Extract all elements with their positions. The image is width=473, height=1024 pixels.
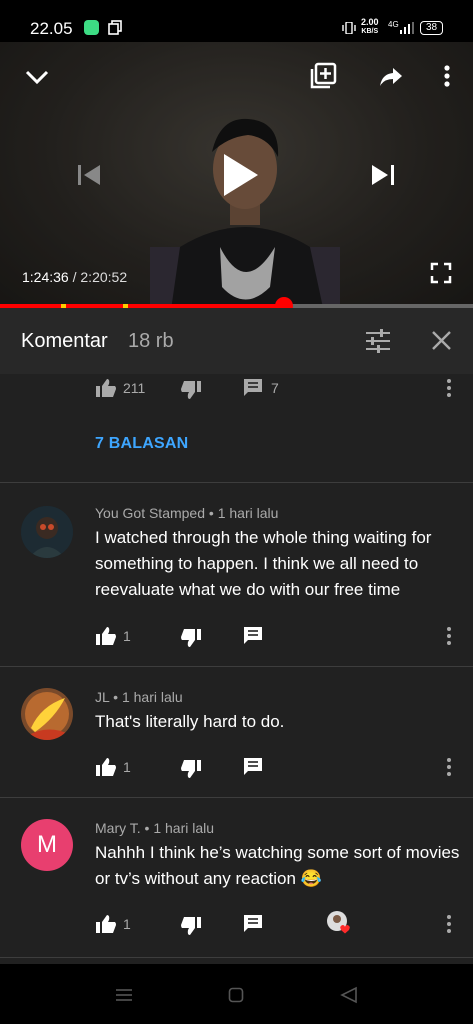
comment-menu-icon[interactable] <box>444 757 454 777</box>
comment-list[interactable]: 211 7 7 BALASAN You Got Stamped • 1 hari… <box>0 374 473 964</box>
avatar-image <box>21 506 73 558</box>
comment-menu-icon[interactable] <box>444 914 454 934</box>
reply-icon[interactable] <box>243 757 263 776</box>
total-time: 2:20:52 <box>80 269 128 285</box>
add-to-playlist-icon[interactable] <box>310 62 337 89</box>
comment-meta: You Got Stamped • 1 hari lalu <box>95 505 279 521</box>
comment-meta: Mary T. • 1 hari lalu <box>95 820 215 836</box>
view-replies-link[interactable]: 7 BALASAN <box>95 435 188 453</box>
speed-unit: KB/S <box>361 28 379 35</box>
system-nav-bar <box>0 964 473 1024</box>
time-readout: 1:24:36 / 2:20:52 <box>22 269 127 285</box>
like-count: 211 <box>123 380 146 396</box>
comment-text: That's literally hard to do. <box>95 712 285 731</box>
comment-item: You Got Stamped • 1 hari lalu I watched … <box>0 482 473 666</box>
status-time: 22.05 <box>30 19 73 38</box>
comment-item: JL • 1 hari lalu That's literally hard t… <box>0 666 473 797</box>
battery-indicator: 38 <box>420 21 443 35</box>
home-icon[interactable] <box>228 987 244 1003</box>
copy-icon <box>108 20 122 35</box>
comment-text: Nahhh I think he’s watching some sort of… <box>95 843 460 888</box>
sort-filter-icon[interactable] <box>365 329 391 353</box>
comment-actions: 1 <box>0 622 473 652</box>
comment-item: M Mary T. • 1 hari lalu Nahhh I think he… <box>0 797 473 957</box>
reply-count: 7 <box>271 380 279 396</box>
comments-header: Komentar 18 rb <box>0 308 473 374</box>
recent-apps-icon[interactable] <box>114 988 134 1002</box>
reply-icon[interactable] <box>243 626 263 645</box>
comment-actions: 1 <box>0 753 473 783</box>
like-count: 1 <box>123 759 131 775</box>
video-player[interactable]: 1:24:36 / 2:20:52 <box>0 42 473 308</box>
signal-icon <box>400 22 414 34</box>
reply-icon[interactable] <box>243 378 263 397</box>
divider <box>0 957 473 958</box>
comments-title: Komentar <box>21 330 108 352</box>
comment-actions: 211 7 <box>0 374 473 404</box>
next-icon[interactable] <box>370 163 396 187</box>
network-type: 4G <box>388 20 399 29</box>
back-icon[interactable] <box>340 986 358 1004</box>
previous-icon[interactable] <box>76 163 102 187</box>
comment-time: 1 hari lalu <box>121 689 183 705</box>
fullscreen-icon[interactable] <box>430 262 452 284</box>
comment-time: 1 hari lalu <box>153 820 215 836</box>
like-icon[interactable] <box>95 914 117 934</box>
close-icon[interactable] <box>431 330 452 351</box>
comment-time: 1 hari lalu <box>217 505 279 521</box>
avatar[interactable] <box>21 506 73 558</box>
dislike-icon[interactable] <box>180 380 202 400</box>
like-count: 1 <box>123 916 131 932</box>
comment-actions: 1 <box>0 910 473 940</box>
comment-menu-icon[interactable] <box>444 626 454 646</box>
avatar-image <box>21 688 73 740</box>
avatar[interactable] <box>21 688 73 740</box>
status-bar: 22.05 2.00 KB/S 4G 38 <box>0 0 473 42</box>
like-count: 1 <box>123 628 131 644</box>
comment-author[interactable]: Mary T. <box>95 820 141 836</box>
like-icon[interactable] <box>95 378 117 398</box>
comment-author[interactable]: You Got Stamped <box>95 505 205 521</box>
network-speed: 2.00 KB/S <box>361 18 379 36</box>
like-icon[interactable] <box>95 626 117 646</box>
comment-author[interactable]: JL <box>95 689 109 705</box>
chevron-down-icon[interactable] <box>24 68 50 86</box>
dislike-icon[interactable] <box>180 628 202 648</box>
time-separator: / <box>68 269 81 285</box>
like-icon[interactable] <box>95 757 117 777</box>
more-vert-icon[interactable] <box>443 64 451 88</box>
app-notification-icon <box>84 20 99 35</box>
speed-value: 2.00 <box>361 17 379 27</box>
reply-icon[interactable] <box>243 914 263 933</box>
dislike-icon[interactable] <box>180 759 202 779</box>
vibrate-icon <box>342 22 356 34</box>
comment-text: I watched through the whole thing waitin… <box>95 528 432 599</box>
play-icon[interactable] <box>220 152 260 198</box>
share-icon[interactable] <box>378 66 404 88</box>
comments-count: 18 rb <box>128 330 174 352</box>
dislike-icon[interactable] <box>180 916 202 936</box>
current-time: 1:24:36 <box>22 269 69 285</box>
avatar[interactable]: M <box>21 819 73 871</box>
comment-menu-icon[interactable] <box>444 378 454 398</box>
creator-heart-icon <box>327 911 350 934</box>
comment-meta: JL • 1 hari lalu <box>95 689 183 705</box>
